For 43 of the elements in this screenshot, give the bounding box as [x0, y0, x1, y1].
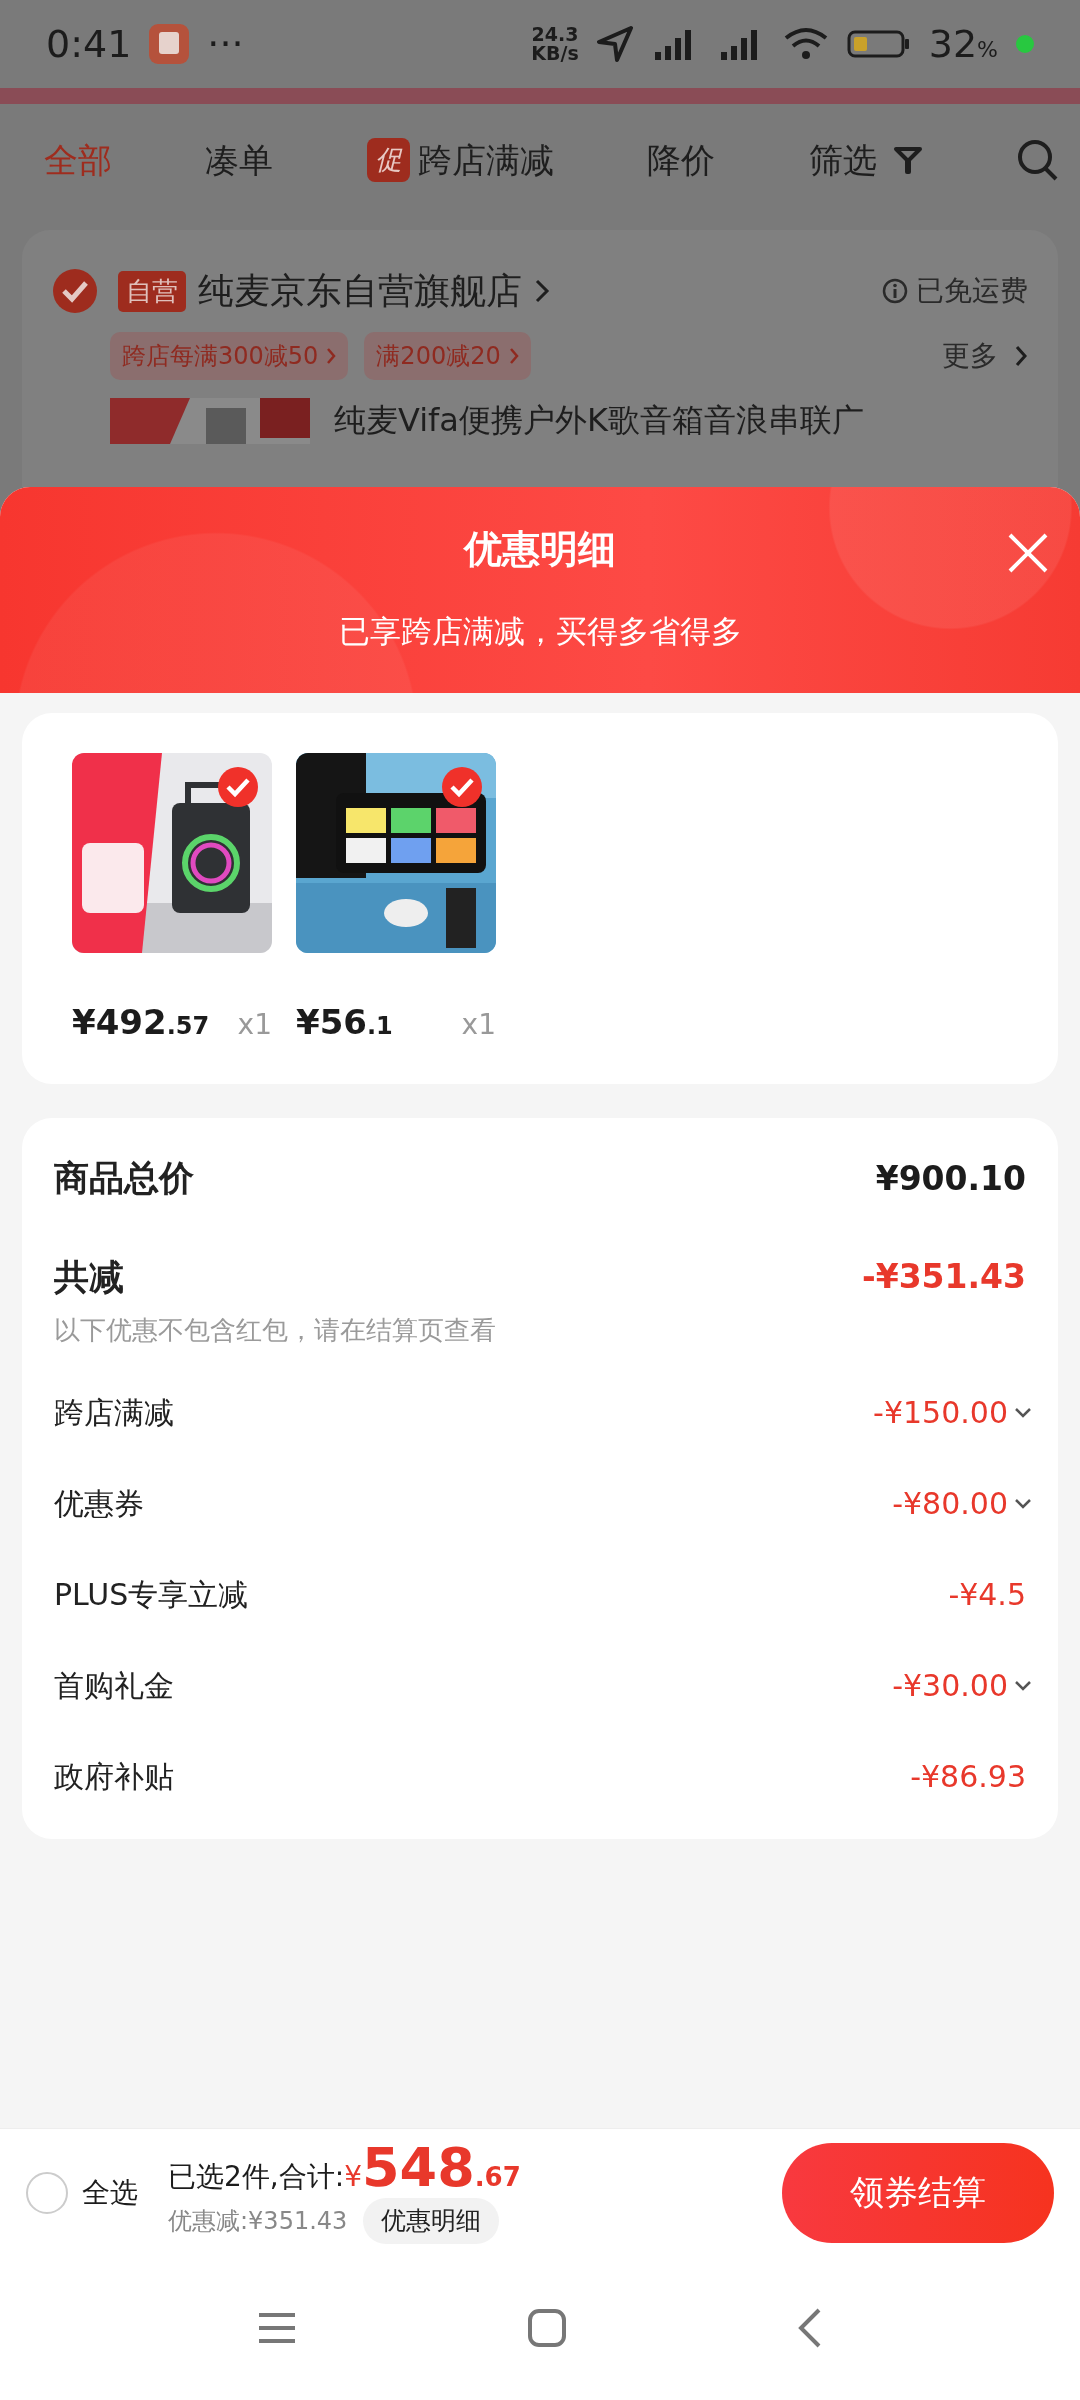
filter-tab[interactable]: 降价 [647, 134, 716, 186]
discount-row-value: -¥80.00 [892, 1485, 1008, 1523]
discount-row-label: PLUS专享立减 [54, 1576, 249, 1614]
discount-detail-button[interactable]: 优惠明细 [363, 2198, 500, 2244]
filter-tab[interactable]: 筛选 [808, 134, 877, 186]
discount-row-value: -¥150.00 [873, 1394, 1008, 1432]
discount-row-label: 跨店满减 [54, 1394, 174, 1432]
discount-summary: 优惠减:¥351.43 [168, 2206, 348, 2237]
speed-unit: KB/s [531, 44, 579, 63]
item-price: ¥56.1 [296, 1001, 393, 1044]
discount-value: -¥351.43 [862, 1256, 1026, 1298]
total-value: ¥900.10 [875, 1157, 1026, 1200]
total-label: 商品总价 [54, 1157, 194, 1200]
discount-label: 共减 [54, 1255, 124, 1299]
discount-row-label: 首购礼金 [54, 1667, 174, 1705]
select-all-label[interactable]: 全选 [82, 2171, 138, 2214]
store-tag: 自营 [118, 270, 186, 312]
product-title[interactable]: 纯麦Vifa便携户外K歌音箱音浪串联广 [334, 398, 864, 442]
filter-tab[interactable]: 跨店满减 [417, 134, 554, 186]
item-quantity: x1 [461, 1007, 496, 1043]
discount-row-value: -¥4.5 [948, 1576, 1026, 1614]
sheet-subtitle: 已享跨店满减，买得多省得多 [338, 612, 742, 651]
selected-summary: 已选2件,合计: [168, 2159, 345, 2196]
discount-row-value: -¥86.93 [910, 1758, 1026, 1796]
discount-row-value: -¥30.00 [892, 1667, 1008, 1705]
speed-value: 24.3 [531, 25, 579, 44]
more-dots: ··· [207, 20, 244, 68]
checkout-button[interactable]: 领券结算 [782, 2142, 1054, 2243]
filter-tab[interactable]: 凑单 [205, 134, 274, 186]
item-quantity: x1 [237, 1007, 272, 1043]
sheet-title: 优惠明细 [464, 527, 616, 571]
item-price: ¥492.57 [72, 1001, 210, 1044]
discount-row-label: 优惠券 [54, 1485, 144, 1523]
discount-note: 以下优惠不包含红包，请在结算页查看 [54, 1314, 496, 1347]
total-amount: ¥548.67 [344, 2141, 521, 2199]
promo-badge: 促 [366, 137, 410, 183]
shipping-note: 已免运费 [916, 273, 1028, 309]
clock-time: 0:41 [46, 20, 132, 68]
percent-sign: % [977, 35, 998, 64]
discount-row-label: 政府补贴 [54, 1758, 174, 1796]
more-link[interactable]: 更多 [942, 335, 998, 377]
store-name[interactable]: 纯麦京东自营旗舰店 [198, 264, 522, 318]
battery-percent: 32 [928, 20, 978, 68]
